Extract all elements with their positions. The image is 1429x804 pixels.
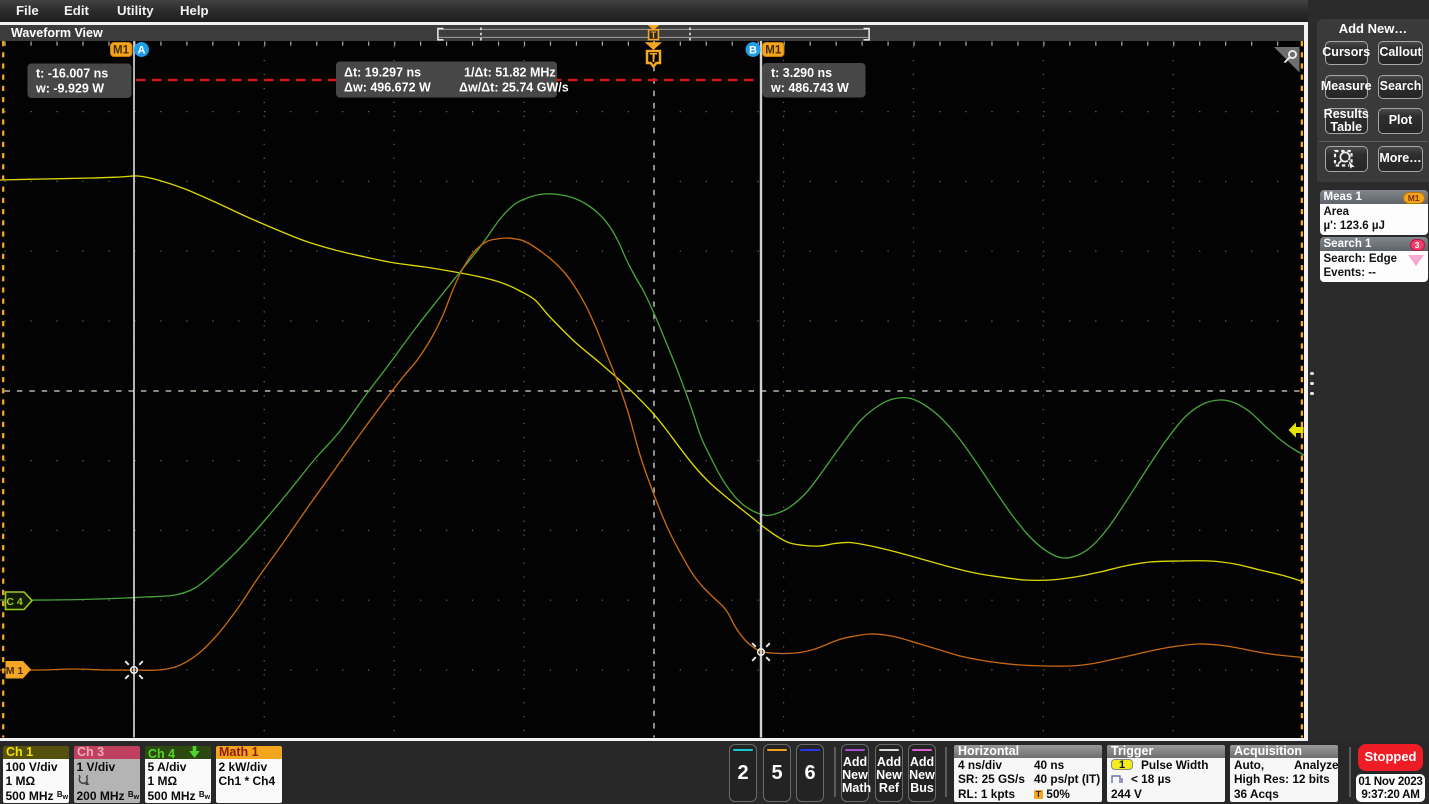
svg-text:T: T: [651, 30, 657, 40]
svg-text:T: T: [650, 51, 658, 65]
svg-text:w: -9.929 W: w: -9.929 W: [35, 82, 104, 96]
svg-text:t: 3.290 ns: t: 3.290 ns: [771, 66, 832, 80]
svg-text:Δw/Δt: 25.74 GW/s: Δw/Δt: 25.74 GW/s: [459, 81, 569, 95]
svg-text:M1: M1: [765, 45, 782, 57]
svg-text:M1: M1: [113, 45, 130, 57]
svg-text:A: A: [138, 45, 146, 57]
svg-text:t: -16.007 ns: t: -16.007 ns: [36, 67, 108, 81]
svg-text:B: B: [749, 45, 757, 57]
svg-text:Δw: 496.672 W: Δw: 496.672 W: [344, 81, 431, 95]
svg-text:M 1: M 1: [6, 665, 24, 677]
svg-text:w: 486.743 W: w: 486.743 W: [770, 81, 849, 95]
svg-text:Δt: 19.297 ns: Δt: 19.297 ns: [344, 66, 421, 80]
svg-text:C 4: C 4: [6, 596, 23, 608]
svg-text:1/Δt: 51.82 MHz: 1/Δt: 51.82 MHz: [464, 66, 556, 80]
